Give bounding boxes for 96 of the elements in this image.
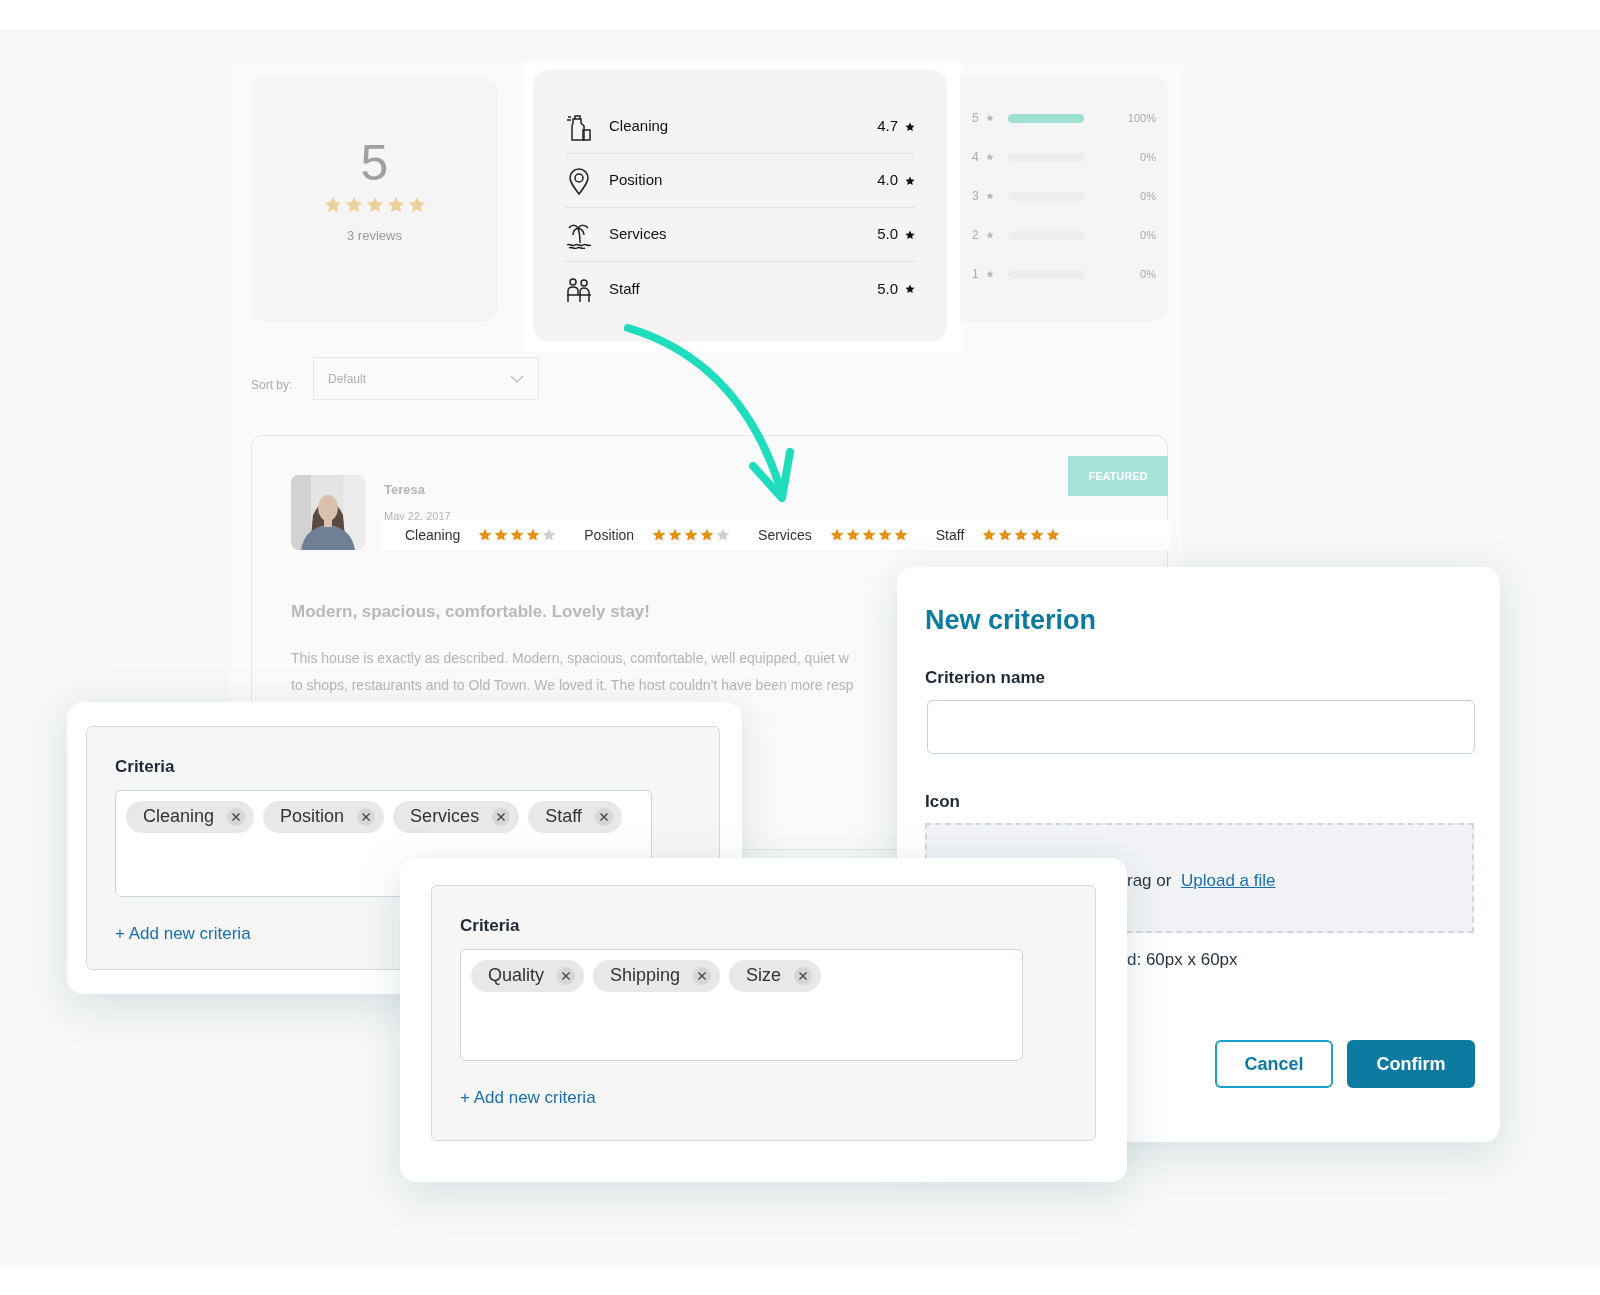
review-text-line: This house is exactly as described. Modern, spacious, comfortable, well equipped, quiet w — [291, 649, 850, 668]
star-icon — [877, 528, 892, 542]
criteria-label: Criteria — [115, 756, 176, 778]
add-criteria-link[interactable]: + Add new criteria — [115, 920, 251, 946]
star-icon — [542, 528, 557, 542]
star-icon — [905, 121, 915, 132]
criterion-label: Position — [609, 170, 663, 191]
star-level-label: 1 — [972, 266, 980, 283]
star-icon — [829, 528, 844, 542]
confirm-button[interactable]: Confirm — [1347, 1040, 1475, 1088]
star-icon — [905, 175, 915, 186]
star-icon — [684, 528, 699, 542]
criterion-score: 5.0 — [877, 224, 898, 245]
average-score: 5 — [360, 138, 389, 188]
star-icon — [982, 528, 997, 542]
reviewer-name: Teresa — [384, 481, 425, 499]
star-icon — [1014, 528, 1029, 542]
star-icon — [1030, 528, 1045, 542]
tag-label: Size — [746, 964, 782, 987]
star-icon — [700, 528, 715, 542]
close-icon[interactable] — [491, 806, 512, 827]
star-icon — [986, 114, 994, 122]
review-date: May 22, 2017 — [384, 509, 451, 524]
field-label: Criterion name — [925, 667, 1045, 689]
tag-input-field[interactable]: Quality Shipping Size — [460, 948, 1023, 1061]
criterion-score: 4.7 — [877, 116, 898, 137]
tag-label: Shipping — [610, 964, 681, 987]
tag-label: Services — [410, 805, 480, 828]
close-icon[interactable] — [556, 965, 577, 986]
review-count: 3 reviews — [347, 227, 402, 245]
star-icon — [386, 196, 405, 214]
star-icon — [861, 528, 876, 542]
star-icon — [905, 229, 915, 240]
tag-label: Quality — [488, 964, 545, 987]
star-icon — [845, 528, 860, 542]
star-level-label: 3 — [972, 188, 980, 205]
close-icon[interactable] — [356, 806, 377, 827]
drop-text: rag or — [1127, 870, 1172, 892]
star-icon — [986, 231, 994, 239]
size-hint: d: 60px x 60px — [1127, 949, 1238, 971]
close-icon[interactable] — [793, 965, 814, 986]
percent-label: 0% — [1140, 266, 1156, 282]
star-icon — [986, 192, 994, 200]
percent-label: 0% — [1140, 227, 1156, 243]
criterion-label: Staff — [609, 278, 640, 299]
close-icon[interactable] — [226, 806, 247, 827]
dialog-title: New criterion — [925, 604, 1097, 637]
featured-badge: FEATURED — [1068, 456, 1168, 496]
star-icon — [510, 528, 525, 542]
star-icon — [716, 528, 731, 542]
star-icon — [526, 528, 541, 542]
star-icon — [998, 528, 1013, 542]
criteria-label: Criteria — [460, 915, 521, 937]
star-icon — [905, 284, 915, 294]
tag-label: Staff — [545, 805, 582, 828]
star-level-label: 5 — [972, 110, 980, 127]
star-icon — [1046, 528, 1061, 542]
add-criteria-link[interactable]: + Add new criteria — [460, 1084, 596, 1110]
star-icon — [652, 528, 667, 542]
star-level-label: 4 — [972, 149, 980, 166]
star-icon — [668, 528, 683, 542]
star-icon — [407, 196, 426, 214]
star-level-label: 2 — [972, 227, 980, 244]
star-icon — [323, 196, 342, 214]
review-title: Modern, spacious, comfortable. Lovely stay! — [291, 601, 650, 623]
percent-label: 0% — [1140, 188, 1156, 204]
criterion-name-field[interactable] — [927, 700, 1475, 754]
tag-label: Cleaning — [143, 805, 215, 828]
criterion-label: Cleaning — [609, 116, 669, 137]
chevron-down-icon — [510, 374, 524, 383]
review-text-line: to shops, restaurants and to Old Town. We loved it. The host couldn’t have been more resp — [291, 676, 855, 695]
rating-label: Services — [758, 525, 812, 545]
star-icon — [494, 528, 509, 542]
tag-label: Position — [280, 805, 345, 828]
close-icon[interactable] — [692, 965, 713, 986]
sort-label: Sort by: — [251, 377, 293, 394]
star-icon — [344, 196, 363, 214]
cancel-button[interactable]: Cancel — [1215, 1040, 1333, 1088]
close-icon[interactable] — [593, 806, 614, 827]
criterion-label: Services — [609, 224, 667, 245]
upload-link[interactable]: Upload a file — [1181, 868, 1276, 894]
criterion-score: 4.0 — [877, 170, 898, 191]
percent-label: 100% — [1127, 110, 1156, 126]
people-icon — [565, 275, 593, 303]
criterion-score: 5.0 — [877, 278, 898, 299]
spray-bottle-icon — [565, 112, 593, 141]
star-icon — [365, 196, 384, 214]
star-icon — [986, 153, 994, 161]
star-icon — [893, 528, 908, 542]
field-label: Icon — [925, 791, 960, 813]
rating-label: Staff — [935, 525, 965, 545]
rating-label: Cleaning — [405, 525, 461, 545]
percent-label: 0% — [1140, 149, 1156, 165]
rating-label: Position — [584, 525, 635, 545]
star-icon — [986, 270, 994, 278]
star-icon — [478, 528, 493, 542]
